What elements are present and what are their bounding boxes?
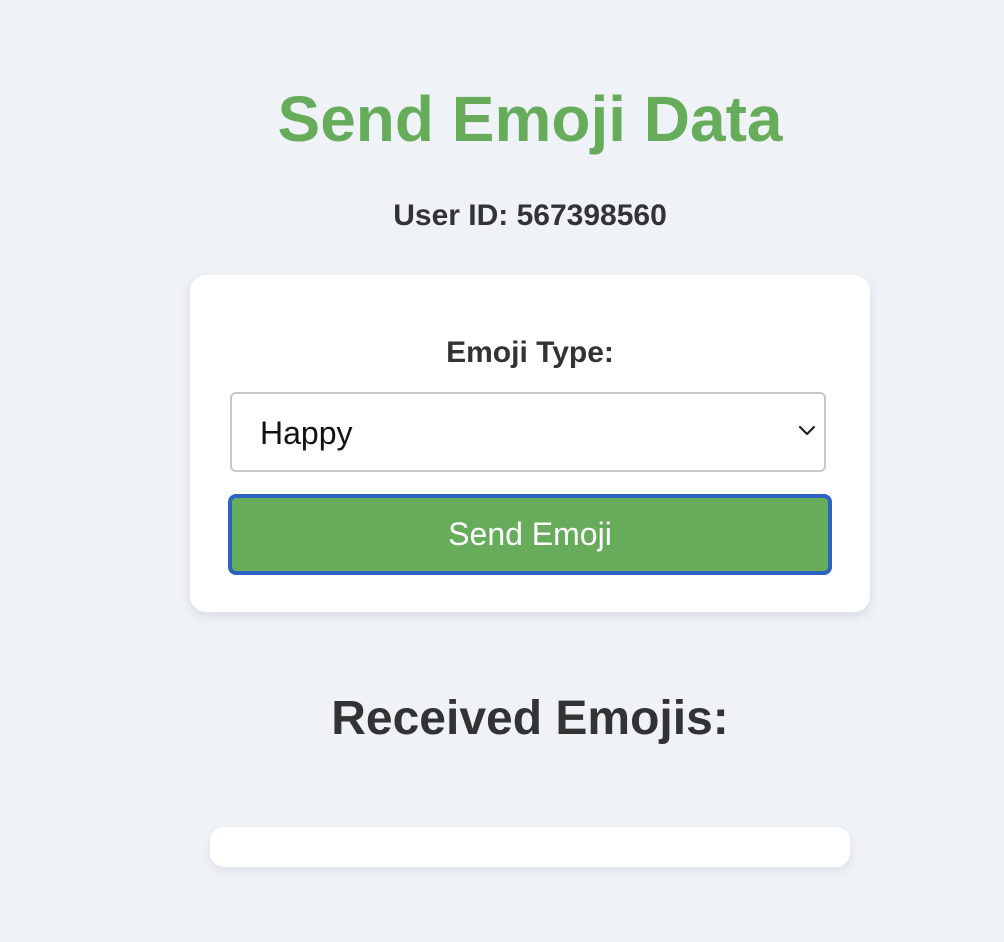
- emoji-type-select[interactable]: Happy: [230, 392, 826, 472]
- chevron-down-icon: [798, 425, 816, 436]
- user-id-text: User ID: 567398560: [393, 199, 667, 232]
- received-emojis-list: [210, 827, 850, 867]
- received-emojis-title: Received Emojis:: [331, 692, 729, 745]
- page-title: Send Emoji Data: [277, 83, 783, 155]
- send-emoji-button[interactable]: Send Emoji: [228, 494, 832, 575]
- page: Send Emoji Data User ID: 567398560 Emoji…: [0, 0, 1004, 942]
- emoji-type-selected-value: Happy: [260, 415, 353, 451]
- emoji-type-label: Emoji Type:: [446, 336, 614, 369]
